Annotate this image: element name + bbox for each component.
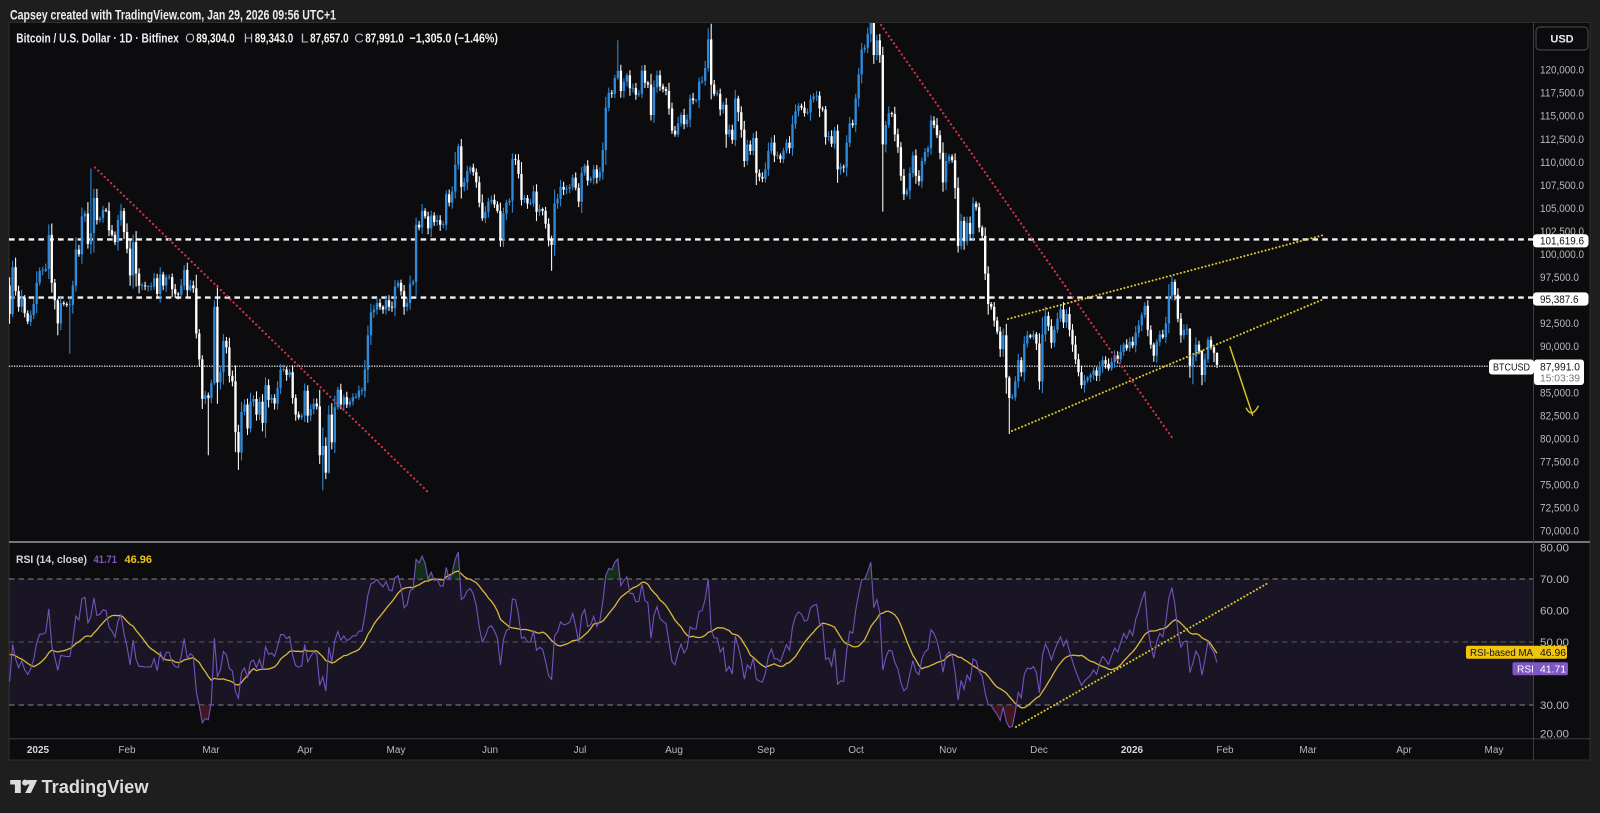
svg-text:C: C bbox=[354, 30, 364, 45]
svg-text:92,500.0: 92,500.0 bbox=[1540, 318, 1579, 330]
svg-text:Aug: Aug bbox=[665, 745, 683, 756]
svg-text:80,000.0: 80,000.0 bbox=[1540, 433, 1579, 445]
svg-text:O: O bbox=[185, 30, 195, 45]
svg-text:Oct: Oct bbox=[848, 745, 864, 756]
svg-text:95,387.6: 95,387.6 bbox=[1540, 294, 1579, 306]
svg-text:Nov: Nov bbox=[939, 745, 957, 756]
svg-text:97,500.0: 97,500.0 bbox=[1540, 272, 1579, 284]
svg-text:120,000.0: 120,000.0 bbox=[1540, 65, 1584, 77]
svg-text:RSI (14, close): RSI (14, close) bbox=[16, 554, 87, 566]
svg-text:115,000.0: 115,000.0 bbox=[1540, 111, 1584, 123]
svg-text:Apr: Apr bbox=[1396, 745, 1412, 756]
svg-text:Feb: Feb bbox=[118, 745, 136, 756]
svg-text:89,343.0: 89,343.0 bbox=[255, 30, 293, 45]
svg-text:85,000.0: 85,000.0 bbox=[1540, 387, 1579, 399]
svg-text:101,619.6: 101,619.6 bbox=[1540, 236, 1584, 248]
svg-text:2025: 2025 bbox=[27, 745, 50, 756]
svg-text:70.00: 70.00 bbox=[1540, 574, 1569, 586]
svg-text:RSI: RSI bbox=[1517, 663, 1534, 675]
svg-text:87,991.0: 87,991.0 bbox=[365, 30, 404, 45]
svg-text:Feb: Feb bbox=[1216, 745, 1234, 756]
svg-text:110,000.0: 110,000.0 bbox=[1540, 157, 1584, 169]
svg-text:89,304.0: 89,304.0 bbox=[196, 30, 235, 45]
svg-text:RSI-based MA: RSI-based MA bbox=[1470, 647, 1533, 659]
svg-text:82,500.0: 82,500.0 bbox=[1540, 410, 1579, 422]
svg-text:BTCUSD: BTCUSD bbox=[1493, 361, 1530, 373]
svg-text:Dec: Dec bbox=[1030, 745, 1048, 756]
svg-text:20.00: 20.00 bbox=[1540, 729, 1569, 741]
svg-text:TradingView: TradingView bbox=[42, 776, 150, 797]
svg-text:41.71: 41.71 bbox=[1540, 663, 1566, 675]
svg-text:Jul: Jul bbox=[574, 745, 587, 756]
svg-text:Capsey created with TradingVie: Capsey created with TradingView.com, Jan… bbox=[10, 7, 336, 23]
svg-text:30.00: 30.00 bbox=[1540, 700, 1569, 712]
svg-text:107,500.0: 107,500.0 bbox=[1540, 180, 1584, 192]
svg-text:72,500.0: 72,500.0 bbox=[1540, 503, 1579, 515]
svg-text:105,000.0: 105,000.0 bbox=[1540, 203, 1584, 215]
svg-text:46.96: 46.96 bbox=[1540, 647, 1566, 659]
svg-text:87,657.0: 87,657.0 bbox=[310, 30, 349, 45]
svg-text:Jun: Jun bbox=[482, 745, 498, 756]
svg-text:15:03:39: 15:03:39 bbox=[1540, 373, 1580, 385]
svg-text:Mar: Mar bbox=[202, 745, 220, 756]
svg-text:Bitcoin / U.S. Dollar · 1D · B: Bitcoin / U.S. Dollar · 1D · Bitfinex bbox=[16, 30, 179, 45]
svg-text:Mar: Mar bbox=[1299, 745, 1317, 756]
svg-text:60.00: 60.00 bbox=[1540, 605, 1569, 617]
svg-text:H: H bbox=[244, 30, 254, 45]
svg-text:77,500.0: 77,500.0 bbox=[1540, 457, 1579, 469]
svg-text:May: May bbox=[387, 745, 406, 756]
svg-text:Sep: Sep bbox=[757, 745, 775, 756]
svg-text:75,000.0: 75,000.0 bbox=[1540, 480, 1579, 492]
svg-text:L: L bbox=[301, 30, 309, 45]
svg-text:USD: USD bbox=[1550, 34, 1573, 46]
svg-text:87,991.0: 87,991.0 bbox=[1540, 361, 1580, 373]
svg-text:117,500.0: 117,500.0 bbox=[1540, 88, 1584, 100]
svg-text:41.71: 41.71 bbox=[94, 554, 118, 566]
svg-text:90,000.0: 90,000.0 bbox=[1540, 341, 1579, 353]
svg-text:70,000.0: 70,000.0 bbox=[1540, 526, 1579, 538]
svg-text:112,500.0: 112,500.0 bbox=[1540, 134, 1584, 146]
svg-text:80.00: 80.00 bbox=[1540, 542, 1569, 554]
svg-text:−1,305.0 (−1.46%): −1,305.0 (−1.46%) bbox=[410, 30, 499, 45]
svg-text:May: May bbox=[1485, 745, 1504, 756]
svg-text:46.96: 46.96 bbox=[125, 554, 153, 566]
svg-text:Apr: Apr bbox=[297, 745, 313, 756]
svg-text:2026: 2026 bbox=[1121, 745, 1144, 756]
svg-text:100,000.0: 100,000.0 bbox=[1540, 249, 1584, 261]
